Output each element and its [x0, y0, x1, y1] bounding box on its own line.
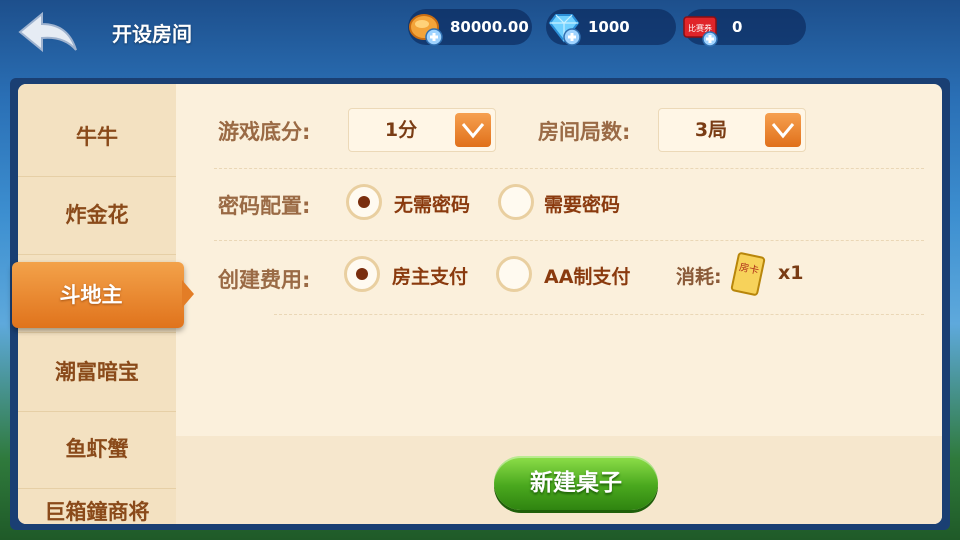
gold-balance[interactable]: 80000.00 — [408, 9, 532, 46]
ticket-value: 0 — [732, 18, 743, 36]
create-table-button[interactable]: 新建桌子 — [494, 456, 658, 510]
row-divider — [214, 240, 924, 241]
consume-count: x1 — [778, 262, 804, 284]
radio-aa-pay[interactable] — [496, 256, 532, 292]
gold-value: 80000.00 — [450, 18, 529, 36]
page-title: 开设房间 — [112, 22, 192, 46]
no-password-label[interactable]: 无需密码 — [394, 190, 470, 217]
sidebar-item-doudizhu[interactable]: 斗地主 — [12, 262, 194, 328]
sidebar-item-chaofu[interactable]: 潮富暗宝 — [18, 332, 176, 412]
rounds-value: 3局 — [694, 119, 728, 141]
chevron-down-icon[interactable] — [765, 113, 801, 147]
sidebar-item-more[interactable]: 巨箱鐘商将 — [18, 488, 176, 524]
row-divider — [274, 314, 924, 315]
ticket-balance[interactable]: 比赛券 0 — [683, 9, 806, 47]
radio-owner-pay[interactable] — [344, 256, 380, 292]
sidebar-item-niuniu[interactable]: 牛牛 — [18, 98, 176, 177]
consume-label: 消耗: — [676, 266, 722, 288]
gold-coin-icon — [409, 14, 443, 46]
sidebar-item-yuxiaxie[interactable]: 鱼虾蟹 — [18, 410, 176, 489]
radio-need-password[interactable] — [498, 184, 534, 220]
diamond-balance[interactable]: 1000 — [546, 9, 676, 46]
radio-no-password[interactable] — [346, 184, 382, 220]
top-bar: 开设房间 80000.00 1000 比赛券 0 — [0, 0, 960, 62]
back-arrow-icon — [18, 11, 77, 53]
diamond-value: 1000 — [588, 18, 630, 36]
base-score-label: 游戏底分: — [218, 120, 311, 144]
room-card-icon: 房卡 — [730, 252, 766, 296]
back-button[interactable] — [16, 10, 80, 54]
aa-pay-label[interactable]: AA制支付 — [544, 262, 630, 289]
chevron-down-icon[interactable] — [455, 113, 491, 147]
rounds-label: 房间局数: — [538, 120, 631, 144]
match-ticket-icon: 比赛券 — [683, 16, 718, 47]
sidebar-item-zhajinhua[interactable]: 炸金花 — [18, 176, 176, 255]
password-label: 密码配置: — [218, 194, 311, 218]
need-password-label[interactable]: 需要密码 — [544, 190, 620, 217]
rounds-select[interactable]: 3局 — [658, 108, 806, 152]
base-score-select[interactable]: 1分 — [348, 108, 496, 152]
diamond-icon — [548, 14, 581, 46]
owner-pay-label[interactable]: 房主支付 — [392, 262, 468, 289]
fee-label: 创建费用: — [218, 268, 311, 292]
row-divider — [214, 168, 924, 169]
base-score-value: 1分 — [384, 119, 418, 141]
